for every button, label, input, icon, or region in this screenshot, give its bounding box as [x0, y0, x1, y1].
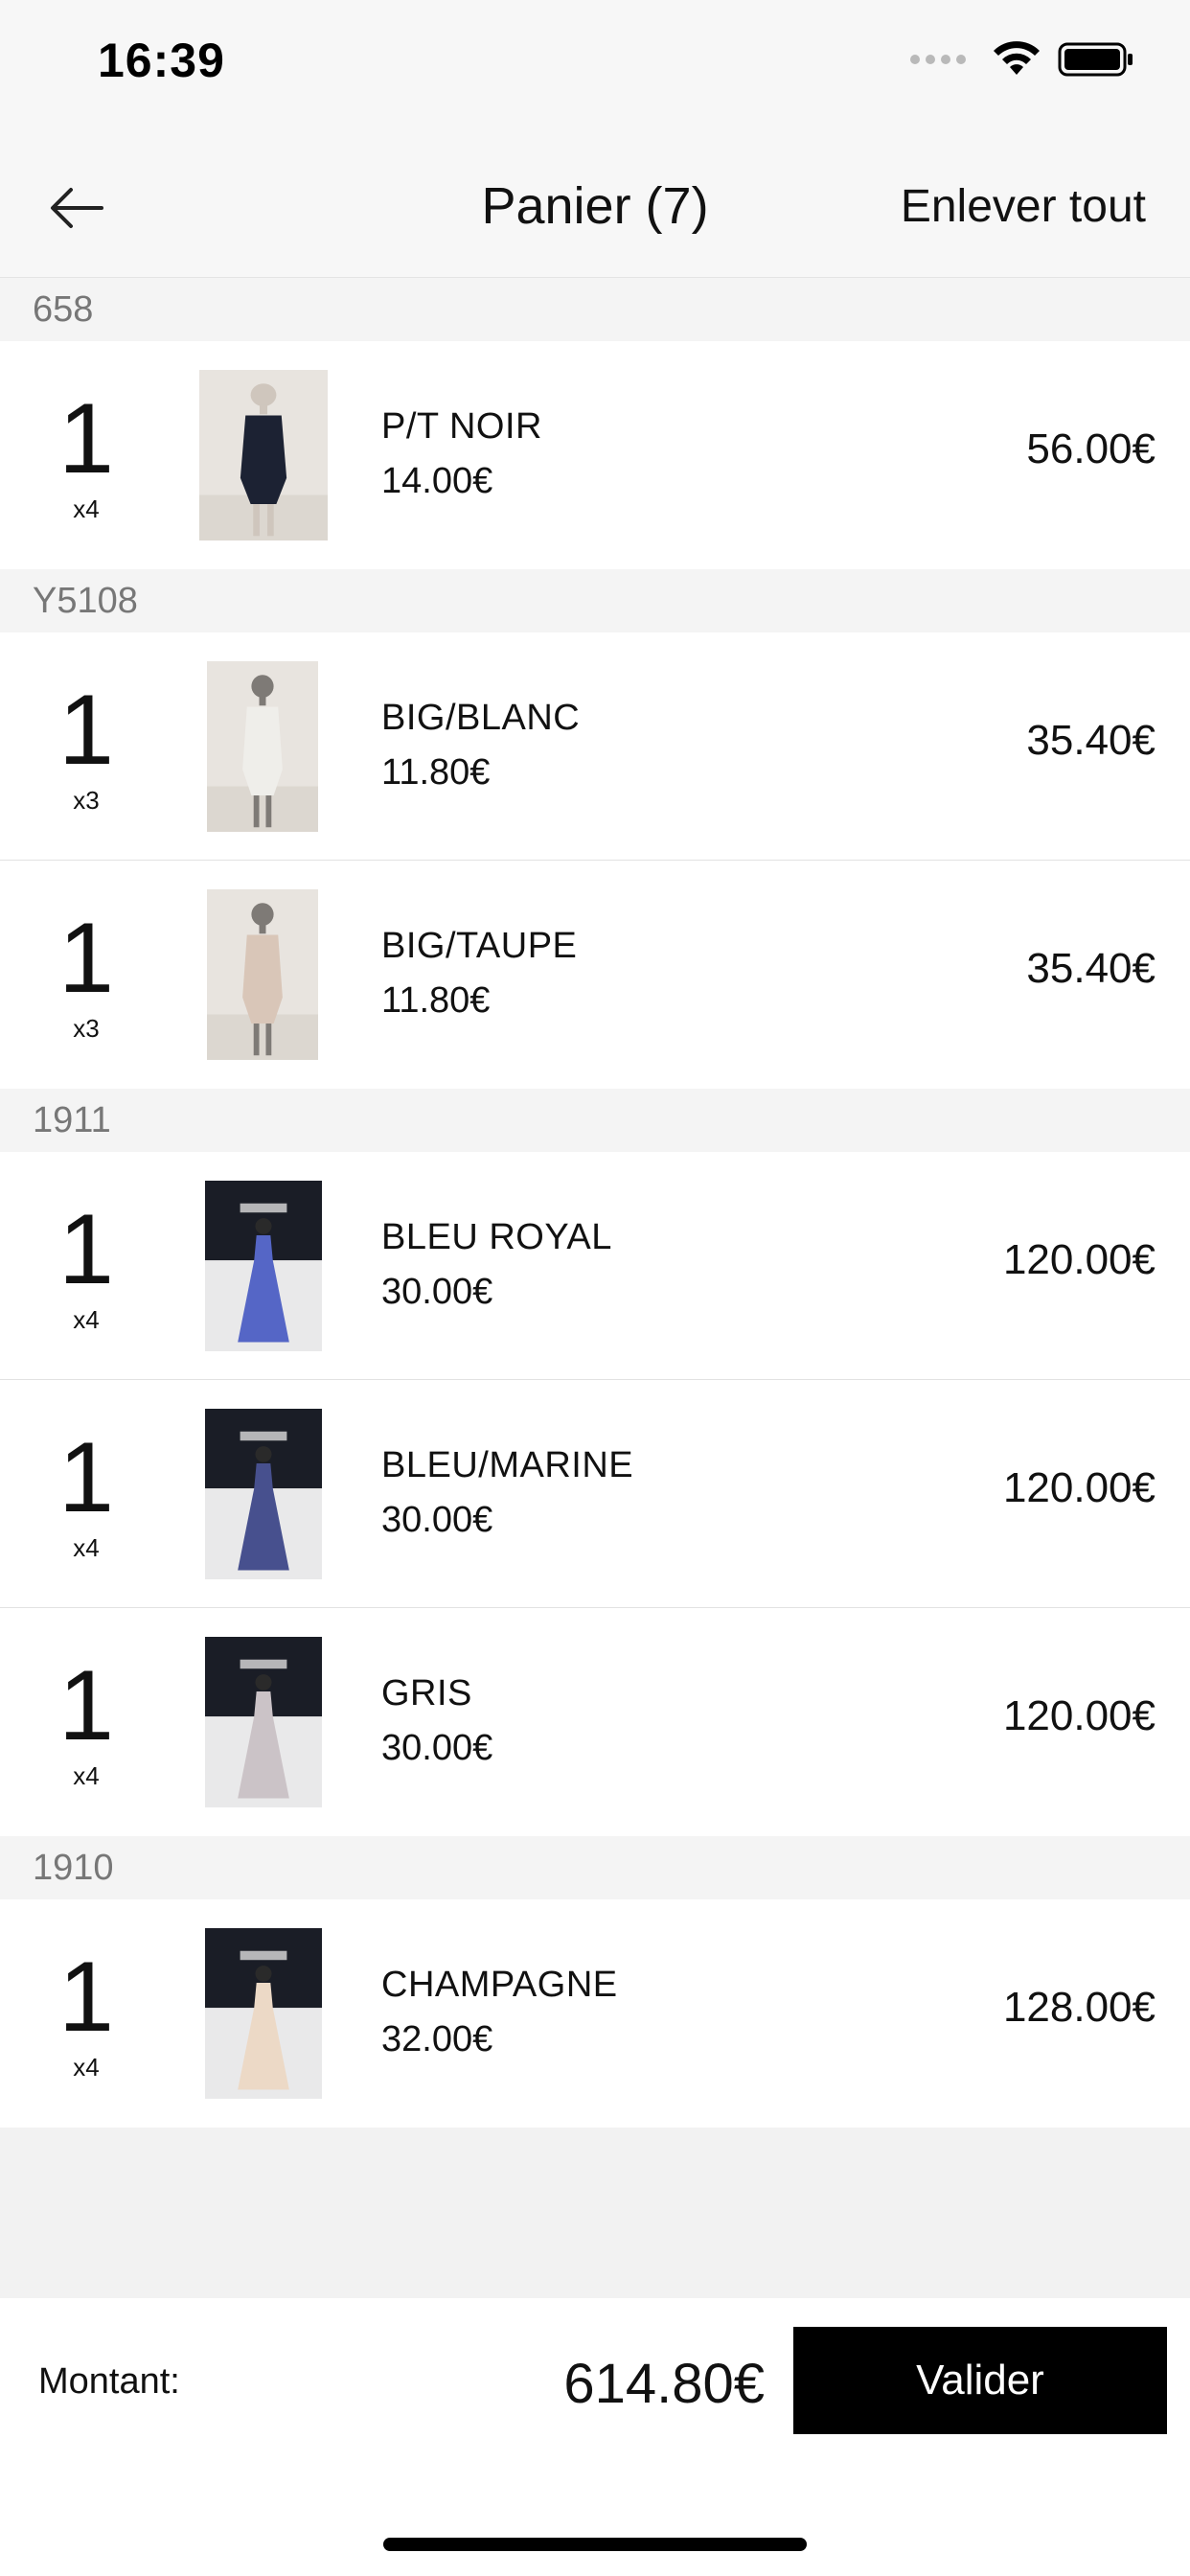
validate-button[interactable]: Valider	[793, 2327, 1167, 2434]
item-name: BLEU/MARINE	[381, 1445, 634, 1485]
item-info: BIG/BLANC 11.80€	[381, 698, 580, 794]
pack-multiplier: x4	[73, 2053, 100, 2082]
item-info: BIG/TAUPE 11.80€	[381, 926, 577, 1022]
pack-multiplier: x4	[73, 1761, 100, 1790]
quantity-block[interactable]: 1 x4	[38, 1428, 134, 1563]
item-name: BIG/BLANC	[381, 698, 581, 738]
pack-multiplier: x3	[73, 1014, 100, 1043]
item-info: CHAMPAGNE 32.00€	[381, 1965, 618, 2060]
item-name: GRIS	[381, 1673, 472, 1714]
quantity-value: 1	[58, 1194, 114, 1305]
quantity-value: 1	[58, 1422, 114, 1533]
group-header: 1910	[0, 1836, 1190, 1899]
group-header: 1911	[0, 1089, 1190, 1152]
signal-icon	[910, 55, 966, 64]
item-unit-price: 30.00€	[381, 1728, 493, 1768]
item-name: P/T NOIR	[381, 406, 542, 447]
quantity-block[interactable]: 1 x3	[38, 908, 134, 1044]
cart-item[interactable]: 1 x4 GRIS 30.00€ 120.00€	[0, 1608, 1190, 1836]
item-info: BLEU/MARINE 30.00€	[381, 1445, 633, 1541]
item-total-price: 56.00€	[1026, 426, 1156, 472]
quantity-value: 1	[58, 903, 114, 1014]
item-name: CHAMPAGNE	[381, 1965, 618, 2005]
item-unit-price: 11.80€	[381, 752, 491, 793]
cart-list: 658 1 x4 P/T NOIR 14.00€ 56.00€ Y5108 1 x3 BIG/BL…	[0, 278, 1190, 2128]
champagne-gown-photo[interactable]	[205, 1928, 322, 2099]
quantity-value: 1	[58, 675, 114, 786]
pack-multiplier: x4	[73, 1305, 100, 1334]
item-info: BLEU ROYAL 30.00€	[381, 1217, 612, 1313]
cart-item[interactable]: 1 x4 BLEU/MARINE 30.00€ 120.00€	[0, 1380, 1190, 1608]
battery-icon	[1058, 42, 1133, 77]
item-total-price: 120.00€	[1002, 1236, 1156, 1283]
status-icons	[910, 40, 1134, 79]
pack-multiplier: x4	[73, 494, 100, 523]
item-info: P/T NOIR 14.00€	[381, 406, 542, 502]
quantity-block[interactable]: 1 x4	[38, 1656, 134, 1791]
item-name: BLEU ROYAL	[381, 1217, 612, 1257]
navy-blue-gown-photo[interactable]	[205, 1409, 322, 1579]
nav-bar: Panier (7) Enlever tout	[0, 134, 1190, 278]
item-name: BIG/TAUPE	[381, 926, 578, 966]
white-top-photo[interactable]	[207, 661, 318, 832]
cart-item[interactable]: 1 x4 CHAMPAGNE 32.00€ 128.00€	[0, 1899, 1190, 2128]
quantity-block[interactable]: 1 x4	[38, 1947, 134, 2082]
item-unit-price: 30.00€	[381, 1500, 493, 1540]
item-info: GRIS 30.00€	[381, 1673, 492, 1769]
cart-item[interactable]: 1 x4 P/T NOIR 14.00€ 56.00€	[0, 341, 1190, 569]
royal-blue-gown-photo[interactable]	[205, 1181, 322, 1351]
quantity-block[interactable]: 1 x3	[38, 680, 134, 816]
group-header: 658	[0, 278, 1190, 341]
item-total-price: 120.00€	[1002, 1464, 1156, 1511]
quantity-value: 1	[58, 1650, 114, 1761]
taupe-top-photo[interactable]	[207, 889, 318, 1060]
quantity-block[interactable]: 1 x4	[38, 389, 134, 524]
quantity-block[interactable]: 1 x4	[38, 1200, 134, 1335]
item-unit-price: 32.00€	[381, 2019, 493, 2059]
footer-bar: Montant: 614.80€ Valider	[0, 2298, 1190, 2576]
total-label: Montant:	[38, 2361, 180, 2402]
item-unit-price: 14.00€	[381, 461, 493, 501]
pack-multiplier: x3	[73, 786, 100, 815]
wifi-icon	[994, 41, 1040, 75]
item-unit-price: 11.80€	[381, 980, 491, 1021]
cart-item[interactable]: 1 x4 BLEU ROYAL 30.00€ 120.00€	[0, 1152, 1190, 1380]
item-total-price: 35.40€	[1026, 945, 1156, 992]
item-total-price: 128.00€	[1002, 1984, 1156, 2031]
status-time: 16:39	[98, 34, 225, 87]
cart-item[interactable]: 1 x3 BIG/BLANC 11.80€ 35.40€	[0, 632, 1190, 861]
group-header: Y5108	[0, 569, 1190, 632]
status-bar: 16:39	[0, 0, 1190, 134]
grey-gown-photo[interactable]	[205, 1637, 322, 1807]
home-indicator	[383, 2538, 807, 2551]
cart-item[interactable]: 1 x3 BIG/TAUPE 11.80€ 35.40€	[0, 861, 1190, 1089]
quantity-value: 1	[58, 1942, 114, 2053]
item-unit-price: 30.00€	[381, 1272, 493, 1312]
item-total-price: 35.40€	[1026, 717, 1156, 764]
quantity-value: 1	[58, 383, 114, 494]
remove-all-button[interactable]: Enlever tout	[901, 180, 1146, 233]
total-amount: 614.80€	[563, 2353, 765, 2415]
item-total-price: 120.00€	[1002, 1692, 1156, 1739]
short-dark-dress-photo[interactable]	[199, 370, 328, 540]
pack-multiplier: x4	[73, 1533, 100, 1562]
